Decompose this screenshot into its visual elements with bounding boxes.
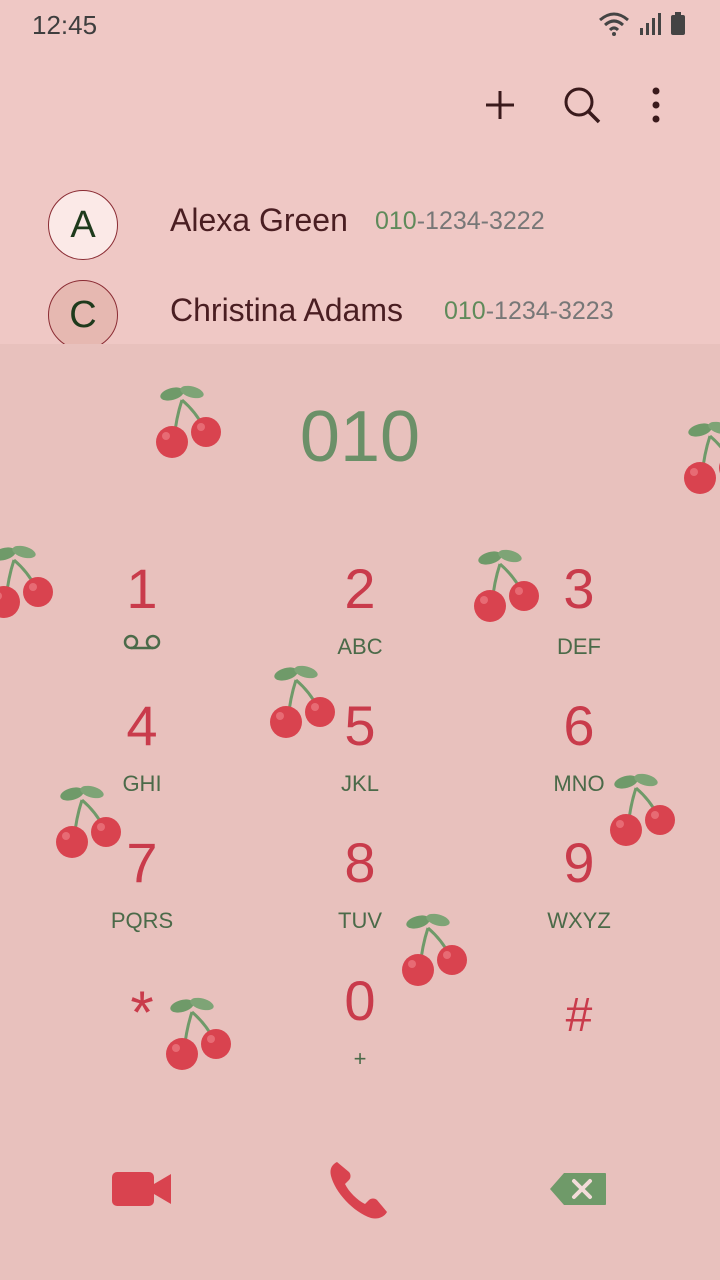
add-contact-button[interactable] — [468, 70, 532, 140]
key-letters: JKL — [341, 771, 379, 796]
video-call-icon — [112, 1172, 171, 1206]
more-options-icon — [652, 87, 660, 123]
clock: 12:45 — [32, 10, 98, 40]
key-letters: PQRS — [110, 908, 174, 933]
key-digit: 7 — [126, 831, 158, 894]
toolbar — [0, 70, 720, 140]
key-letters: ABC — [337, 634, 383, 659]
key-digit: 9 — [563, 831, 595, 894]
backspace-button[interactable] — [518, 1144, 638, 1234]
key-1[interactable]: 1 — [62, 556, 222, 666]
wifi-icon — [598, 12, 630, 41]
key-3[interactable]: 3 DEF — [499, 556, 659, 666]
search-button[interactable] — [550, 70, 614, 140]
call-button[interactable] — [300, 1144, 420, 1234]
avatar: A — [48, 190, 118, 260]
key-star[interactable]: * — [62, 978, 222, 1088]
number-match: 010 — [375, 207, 417, 235]
key-digit: 4 — [126, 694, 158, 757]
more-options-button[interactable] — [624, 70, 688, 140]
key-letters: TUV — [338, 908, 382, 933]
key-letters: MNO — [553, 771, 605, 796]
key-digit: 5 — [344, 694, 376, 757]
key-hash[interactable]: # — [499, 988, 659, 1098]
contact-number: 010-1234-3222 — [375, 207, 545, 236]
dialpad-panel: 010 1 2 ABC 3 DEF 4 GHI 5 JKL 6 MNO 7 PQ… — [0, 344, 720, 1280]
signal-icon — [638, 12, 662, 41]
key-8[interactable]: 8 TUV — [280, 830, 440, 940]
search-icon — [564, 87, 601, 124]
status-icons — [598, 12, 686, 41]
number-match: 010 — [444, 297, 486, 325]
key-digit: 8 — [344, 831, 376, 894]
key-digit: * — [130, 979, 154, 1046]
key-letters: GHI — [122, 771, 162, 796]
key-digit: 0 — [344, 969, 376, 1032]
key-digit: 3 — [563, 557, 595, 620]
video-call-button[interactable] — [82, 1144, 202, 1234]
status-bar: 12:45 — [0, 0, 720, 52]
key-7[interactable]: 7 PQRS — [62, 830, 222, 940]
key-digit: # — [565, 989, 593, 1042]
key-2[interactable]: 2 ABC — [280, 556, 440, 666]
add-icon — [486, 91, 514, 119]
key-0[interactable]: 0 + — [280, 968, 440, 1078]
key-letters: + — [353, 1046, 367, 1071]
contact-name: Alexa Green — [170, 202, 348, 238]
key-digit: 2 — [344, 557, 376, 620]
key-digit: 1 — [126, 557, 158, 620]
phone-call-icon — [330, 1162, 387, 1219]
key-letters: DEF — [557, 634, 601, 659]
cherry-decoration-icon — [0, 544, 60, 624]
avatar: C — [48, 280, 118, 350]
dialed-number-display[interactable]: 010 — [0, 396, 720, 478]
key-4[interactable]: 4 GHI — [62, 693, 222, 803]
key-6[interactable]: 6 MNO — [499, 693, 659, 803]
backspace-icon — [550, 1173, 606, 1205]
voicemail-icon — [123, 634, 161, 650]
number-rest: -1234-3222 — [416, 207, 545, 235]
key-5[interactable]: 5 JKL — [280, 693, 440, 803]
contact-name: Christina Adams — [170, 292, 403, 328]
key-letters: WXYZ — [547, 908, 611, 933]
number-rest: -1234-3223 — [485, 297, 614, 325]
key-digit: 6 — [563, 694, 595, 757]
key-9[interactable]: 9 WXYZ — [499, 830, 659, 940]
contact-number: 010-1234-3223 — [444, 297, 614, 326]
battery-icon — [670, 12, 686, 41]
contact-suggestion[interactable]: A Alexa Green 010-1234-3222 — [0, 183, 720, 269]
